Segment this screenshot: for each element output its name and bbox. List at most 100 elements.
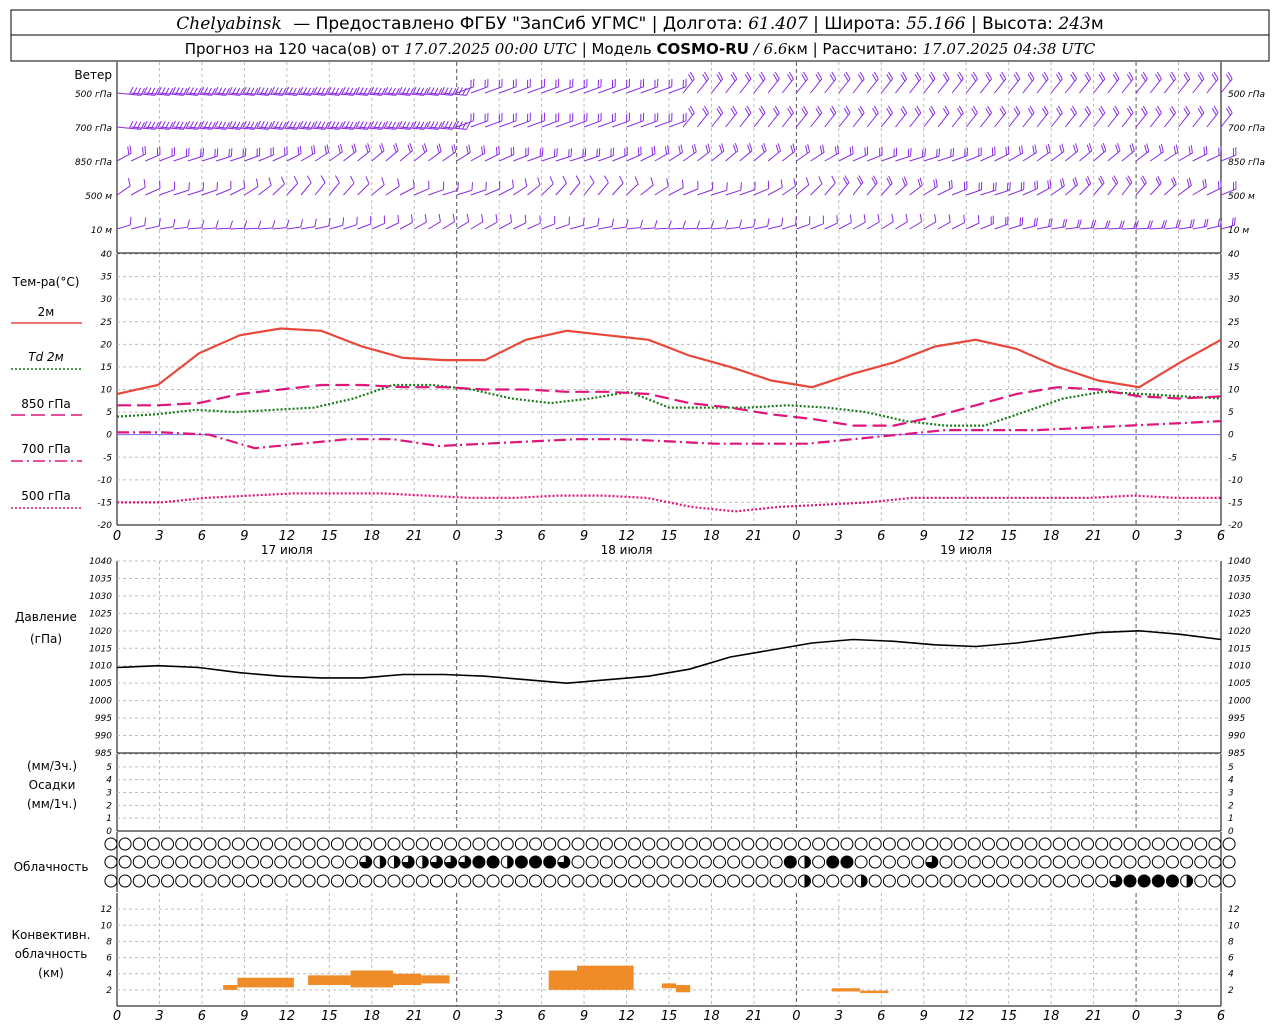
wind-barb (470, 221, 484, 230)
wind-barb-feather (407, 144, 411, 153)
cloud-symbol (741, 855, 755, 869)
cloud-symbol (996, 837, 1010, 851)
cloud-symbol (104, 855, 118, 869)
wind-barb-feather (651, 146, 654, 156)
wind-barb-feather (919, 177, 923, 186)
wind-barb-feather (721, 143, 725, 152)
wind-barb-feather (342, 217, 345, 226)
cloud-fill-half (422, 856, 429, 868)
wind-barb-feather (1115, 144, 1119, 153)
cloud-fill-full (840, 856, 853, 868)
wind-barb-feather (299, 145, 302, 154)
wind-barb (923, 221, 937, 230)
wind-barb-feather (1032, 145, 1035, 154)
wind-barb (116, 224, 131, 230)
cloud-symbol (953, 855, 967, 869)
wind-barb-feather (1233, 217, 1236, 226)
wind-barb-feather (562, 175, 567, 184)
wind-barb-feather (1064, 218, 1068, 227)
conv-xtick: 21 (406, 1009, 423, 1024)
cloud-symbol (316, 874, 330, 888)
cloud-symbol (713, 874, 727, 888)
cloud-symbol (585, 855, 599, 869)
cloud-symbol (670, 855, 684, 869)
conv-xtick: 3 (495, 1009, 503, 1024)
wind-barb-feather (734, 143, 739, 151)
cloud-symbol (911, 855, 925, 869)
conv-xtick: 3 (1174, 1009, 1182, 1024)
meteogram: Chelyabinsk — Предоставлено ФГБУ "ЗапСиб… (10, 9, 1270, 1024)
cloud-symbol (132, 874, 146, 888)
header-line-2: Прогноз на 120 часа(ов) от 17.07.2025 00… (185, 40, 1096, 58)
cloud-symbol (1180, 855, 1194, 869)
cloud-symbol (939, 874, 953, 888)
wind-barb-feather (409, 143, 413, 151)
wind-barb-feather (214, 149, 216, 158)
cloud-symbol (1038, 855, 1052, 869)
wind-barb-feather (202, 182, 205, 191)
wind-barb-feather (297, 146, 300, 155)
wind-barb-feather (639, 219, 644, 228)
wind-barb-feather (498, 145, 500, 154)
cloud-symbol (585, 874, 599, 888)
conv-ytick-right: 10 (1228, 921, 1240, 931)
cloud-symbol (231, 837, 245, 851)
temp-xtick: 15 (661, 529, 678, 544)
cloud-symbol (415, 874, 429, 888)
wind-barb-feather (201, 219, 205, 228)
wind-barb (456, 189, 473, 196)
temp-xtick: 12 (958, 529, 975, 544)
wind-barb-feather (963, 214, 966, 223)
wind-barb (527, 184, 541, 196)
cloud-symbol (260, 874, 274, 888)
cloud-symbol (599, 837, 613, 851)
cloud-symbol (571, 837, 585, 851)
wind-barb-feather (350, 175, 355, 184)
cloud-symbol (1165, 837, 1179, 851)
wind-barb-feather (938, 148, 941, 157)
wind-barb (442, 221, 455, 230)
cloud-symbol (1052, 837, 1066, 851)
wind-barb-feather (611, 218, 615, 227)
wind-barb-feather (1188, 146, 1191, 155)
day-label: 18 июля (601, 543, 653, 557)
wind-barb (895, 221, 908, 230)
cloud-symbol (840, 874, 854, 888)
wind-level-label-right: 500 гПа (1228, 90, 1265, 100)
cloud-symbol (1024, 855, 1038, 869)
cloud-symbol (783, 874, 797, 888)
wind-barb (824, 182, 836, 196)
cloud-symbol (656, 855, 670, 869)
wind-barb-feather (293, 175, 299, 184)
cloud-symbol (727, 874, 741, 888)
wind-barb-feather (367, 143, 371, 152)
wind-barb-feather (919, 213, 923, 222)
wind-barb (130, 186, 146, 196)
wind-barb-feather (924, 148, 926, 157)
wind-barb-feather (1129, 144, 1133, 153)
legend-2m-label: 2м (38, 305, 55, 319)
conv-xtick: 15 (321, 1009, 338, 1024)
conv-xtick: 3 (155, 1009, 163, 1024)
wind-barb-feather (666, 178, 669, 187)
cloud-symbol (1208, 837, 1222, 851)
wind-barb-feather (1019, 217, 1022, 226)
wind-barb-feather (1158, 145, 1162, 154)
temp-ytick-right: 30 (1228, 295, 1240, 305)
wind-barb-feather (589, 175, 595, 183)
prec-ytick-left: 3 (106, 789, 112, 799)
wind-barb-feather (1090, 220, 1094, 229)
wind-barb-feather (693, 143, 697, 152)
cloud-symbol (1066, 874, 1080, 888)
wind-barb-feather (537, 177, 541, 186)
wind-barb-feather (1191, 219, 1195, 228)
temp-ytick-left: 25 (101, 318, 113, 328)
cloud-symbol (996, 874, 1010, 888)
wind-barb-feather (891, 213, 894, 222)
cloud-symbol (882, 837, 896, 851)
cloud-symbol (189, 874, 203, 888)
wind-barb-feather (582, 148, 584, 158)
cloud-symbol (118, 837, 132, 851)
wind-barb-feather (144, 217, 147, 226)
wind-barb-feather (822, 144, 825, 153)
